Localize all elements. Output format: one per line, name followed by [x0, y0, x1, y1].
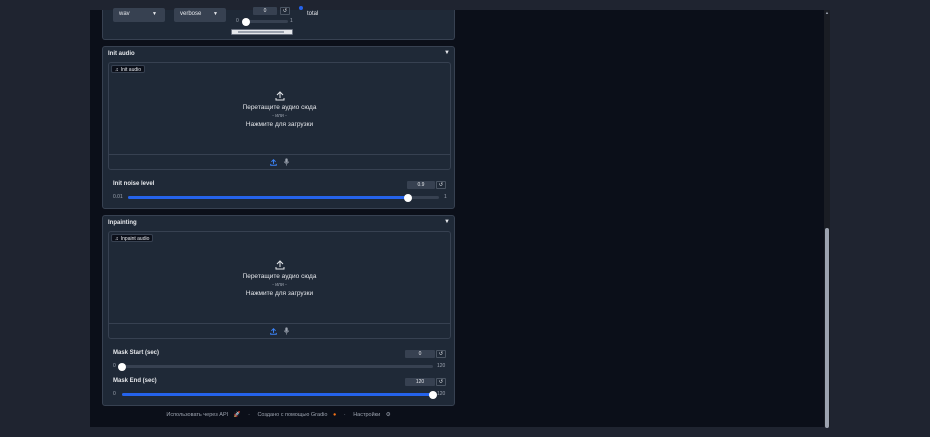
rocket-icon: 🚀 — [233, 412, 241, 418]
reset-icon[interactable]: ↺ — [436, 378, 446, 386]
reset-icon[interactable]: ↺ — [436, 181, 446, 189]
init-noise-slider-block: Init noise level 0.9 ↺ 0.01 1 — [108, 175, 451, 205]
inpaint-audio-upload-label: ♫ Inpaint audio — [111, 234, 154, 242]
collapse-triangle-icon[interactable]: ▼ — [444, 219, 450, 225]
init-noise-slider-thumb[interactable] — [403, 193, 412, 202]
drop-text: Перетащите аудио сюда — [242, 273, 317, 280]
mask-start-max: 120 — [437, 363, 446, 369]
or-text: - или - — [272, 113, 287, 119]
music-note-icon: ♫ — [115, 66, 119, 73]
inpainting-header[interactable]: Inpainting ▼ — [103, 216, 454, 230]
init-noise-input[interactable]: 0.9 — [407, 181, 435, 189]
mask-end-slider-fill — [122, 393, 433, 396]
init-noise-slider[interactable] — [128, 193, 439, 202]
footer: Использовать через API 🚀 · Создано с пом… — [0, 412, 557, 418]
vertical-scrollbar-thumb[interactable] — [825, 228, 829, 428]
mask-end-label: Mask End (sec) — [113, 378, 157, 384]
collapse-triangle-icon[interactable]: ▼ — [444, 50, 450, 56]
or-text: - или - — [272, 282, 287, 288]
log-dropdown-value: verbose — [180, 11, 202, 17]
outer-margin-left — [0, 0, 90, 437]
chevron-down-icon: ▼ — [152, 11, 157, 17]
mask-start-slider[interactable] — [118, 362, 433, 371]
mask-start-label: Mask Start (sec) — [113, 350, 160, 356]
format-dropdown[interactable]: wav ▼ — [113, 8, 165, 22]
reset-icon[interactable]: ↺ — [436, 350, 446, 358]
total-label: total — [307, 11, 319, 17]
outer-margin-bottom — [0, 427, 930, 437]
mask-start-slider-thumb[interactable] — [118, 362, 126, 371]
reset-icon[interactable]: ↺ — [280, 7, 290, 15]
init-audio-upload[interactable]: ♫ Init audio Перетащите аудио сюда - или… — [108, 62, 451, 170]
outer-margin-right — [830, 0, 930, 437]
drop-text: Перетащите аудио сюда — [242, 104, 317, 111]
gradio-logo-icon: ● — [332, 412, 337, 418]
small-slider[interactable] — [242, 17, 288, 26]
inpaint-audio-dropzone[interactable]: Перетащите аудио сюда - или - Нажмите дл… — [109, 260, 450, 297]
horizontal-scrollbar[interactable] — [231, 29, 293, 35]
init-noise-min: 0.01 — [113, 194, 123, 200]
vertical-scrollbar[interactable]: ▲ ▼ — [824, 10, 830, 428]
mask-end-min: 0 — [113, 391, 116, 397]
small-number-input[interactable]: 0 — [253, 7, 277, 15]
format-dropdown-value: wav — [119, 11, 130, 17]
mask-end-max: 120 — [437, 391, 446, 397]
mask-start-input[interactable]: 0 — [405, 350, 435, 358]
mask-end-slider[interactable] — [122, 390, 437, 399]
upload-icon — [275, 260, 284, 270]
mask-sliders-block: Mask Start (sec) 0 ↺ 0 120 Mask End (sec… — [108, 344, 451, 402]
init-noise-slider-fill — [128, 196, 408, 199]
init-audio-header[interactable]: Init audio ▼ — [103, 47, 454, 61]
init-audio-title: Init audio — [108, 51, 135, 57]
small-slider-max: 1 — [290, 18, 293, 24]
music-note-icon: ♫ — [115, 235, 119, 242]
init-audio-source-bar — [109, 154, 450, 169]
microphone-icon[interactable] — [283, 327, 290, 335]
radio-indicator[interactable] — [299, 6, 303, 10]
click-to-upload-text: Нажмите для загрузки — [245, 290, 314, 297]
init-audio-dropzone[interactable]: Перетащите аудио сюда - или - Нажмите дл… — [109, 91, 450, 128]
init-noise-label: Init noise level — [113, 181, 155, 187]
horizontal-scrollbar-thumb[interactable] — [238, 31, 284, 33]
inpainting-title: Inpainting — [108, 220, 137, 226]
chevron-down-icon: ▼ — [213, 11, 218, 17]
footer-separator: · — [248, 412, 250, 418]
init-audio-upload-label: ♫ Init audio — [111, 65, 146, 73]
inpaint-audio-upload[interactable]: ♫ Inpaint audio Перетащите аудио сюда - … — [108, 231, 451, 339]
microphone-icon[interactable] — [283, 158, 290, 166]
inpaint-audio-source-bar — [109, 323, 450, 338]
mask-start-min: 0 — [113, 363, 116, 369]
small-slider-thumb[interactable] — [242, 17, 250, 26]
log-dropdown[interactable]: verbose ▼ — [174, 8, 226, 22]
upload-icon — [275, 91, 284, 101]
upload-icon[interactable] — [269, 327, 277, 335]
inpainting-accordion: Inpainting ▼ ♫ Inpaint audio Перетащите … — [102, 215, 455, 406]
mask-end-input[interactable]: 120 — [405, 378, 435, 386]
use-via-api-link[interactable]: Использовать через API 🚀 — [164, 412, 242, 418]
scroll-up-arrow-icon[interactable]: ▲ — [824, 10, 830, 15]
click-to-upload-text: Нажмите для загрузки — [245, 121, 314, 128]
init-noise-max: 1 — [444, 194, 447, 200]
scroll-down-arrow-icon[interactable]: ▼ — [824, 421, 830, 426]
upload-icon[interactable] — [269, 158, 277, 166]
settings-link[interactable]: Настройки ⚙ — [351, 412, 392, 418]
footer-separator: · — [343, 412, 346, 418]
init-audio-accordion: Init audio ▼ ♫ Init audio Перетащите ауд… — [102, 46, 455, 209]
mask-end-slider-thumb[interactable] — [429, 390, 437, 399]
small-slider-min: 0 — [236, 18, 239, 24]
built-with-gradio-link[interactable]: Создано с помощью Gradio ● — [255, 412, 338, 418]
settings-panel-top: wav ▼ verbose ▼ 0 ↺ 0 1 total — [102, 6, 455, 40]
gear-icon: ⚙ — [385, 412, 391, 418]
